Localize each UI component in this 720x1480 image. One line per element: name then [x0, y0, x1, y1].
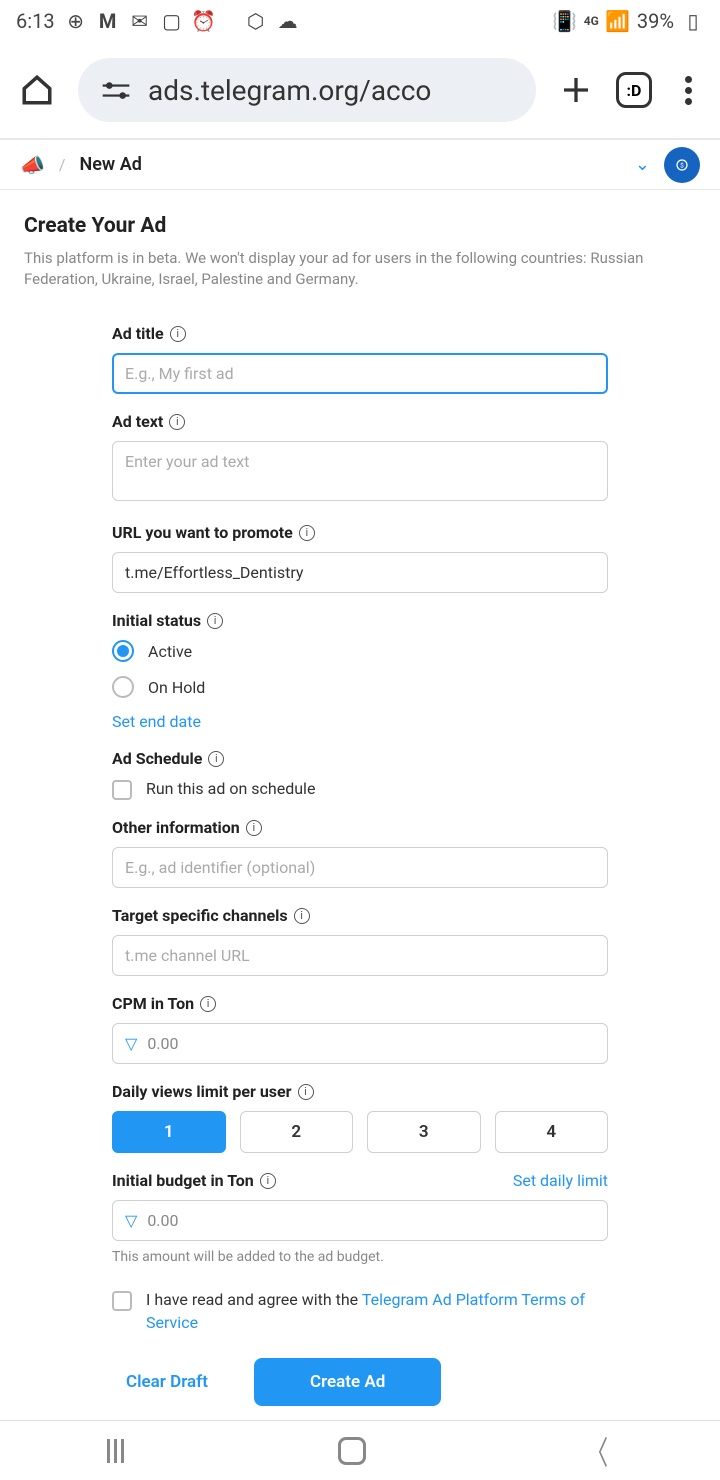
radio-button-icon	[112, 676, 134, 698]
tabs-button[interactable]: :D	[616, 72, 652, 108]
mail-icon: ✉	[129, 10, 151, 32]
info-icon[interactable]: i	[298, 1084, 314, 1100]
ad-text-input[interactable]	[112, 441, 608, 501]
network-type: 4G	[584, 14, 599, 28]
battery-icon: ▯	[682, 10, 704, 32]
schedule-label: Ad Schedule	[112, 749, 202, 768]
cpm-label: CPM in Ton	[112, 994, 194, 1013]
page-subtitle: This platform is in beta. We won't displ…	[24, 248, 696, 290]
home-icon[interactable]	[20, 73, 54, 107]
daily-views-option-4[interactable]: 4	[495, 1111, 609, 1153]
create-ad-button[interactable]: Create Ad	[254, 1358, 441, 1406]
budget-label: Initial budget in Ton	[112, 1171, 254, 1190]
ad-title-label: Ad title	[112, 324, 164, 343]
svg-text:$: $	[680, 161, 684, 169]
info-icon[interactable]: i	[299, 525, 315, 541]
radio-active-label: Active	[148, 642, 192, 661]
ad-text-label: Ad text	[112, 412, 163, 431]
url-input[interactable]	[112, 552, 608, 593]
tos-checkbox-row[interactable]: I have read and agree with the Telegram …	[112, 1289, 608, 1334]
url-bar[interactable]: ads.telegram.org/acco	[78, 58, 536, 122]
site-settings-icon	[102, 80, 130, 100]
url-text: ads.telegram.org/acco	[148, 74, 431, 107]
calendar-icon: ▢	[161, 10, 183, 32]
info-icon[interactable]: i	[208, 751, 224, 767]
initial-status-label: Initial status	[112, 611, 201, 630]
daily-views-option-3[interactable]: 3	[367, 1111, 481, 1153]
checkbox-icon	[112, 1291, 132, 1311]
ton-icon: ▽	[125, 1211, 137, 1230]
gmail-icon: M	[97, 10, 119, 32]
budget-input[interactable]: ▽ 0.00	[112, 1200, 608, 1241]
status-time: 6:13	[16, 9, 55, 33]
cloud-icon: ☁	[277, 10, 299, 32]
menu-icon[interactable]	[676, 76, 700, 105]
radio-active[interactable]: Active	[112, 640, 608, 662]
info-icon[interactable]: i	[246, 820, 262, 836]
clear-draft-button[interactable]: Clear Draft	[112, 1360, 222, 1404]
checkbox-icon	[112, 780, 132, 800]
info-icon[interactable]: i	[200, 996, 216, 1012]
other-info-input[interactable]	[112, 847, 608, 888]
breadcrumb: 📣 / New Ad ⌄ $	[0, 140, 720, 190]
back-button[interactable]: 〈	[586, 1428, 608, 1474]
settings-hex-icon: ⬡	[245, 10, 267, 32]
vibrate-icon: 📳	[554, 10, 576, 32]
battery-percent: 39%	[637, 9, 674, 33]
tos-text: I have read and agree with the Telegram …	[146, 1289, 608, 1334]
set-end-date-link[interactable]: Set end date	[112, 712, 201, 731]
home-button[interactable]	[338, 1437, 366, 1465]
budget-help-text: This amount will be added to the ad budg…	[112, 1249, 608, 1265]
info-icon[interactable]: i	[169, 414, 185, 430]
info-icon[interactable]: i	[207, 613, 223, 629]
radio-onhold[interactable]: On Hold	[112, 676, 608, 698]
set-daily-limit-link[interactable]: Set daily limit	[513, 1171, 608, 1190]
recent-apps-button[interactable]	[107, 1439, 124, 1463]
schedule-checkbox-label: Run this ad on schedule	[146, 778, 315, 800]
cpm-value: 0.00	[147, 1034, 178, 1053]
daily-views-option-2[interactable]: 2	[240, 1111, 354, 1153]
url-label: URL you want to promote	[112, 523, 293, 542]
browser-toolbar: ads.telegram.org/acco :D	[0, 42, 720, 138]
android-status-bar: 6:13 ⊕ M ✉ ▢ ⏰ ⬡ ☁ 📳 4G 📶 39% ▯	[0, 0, 720, 42]
page-title: Create Your Ad	[24, 214, 696, 238]
radio-button-icon	[112, 640, 134, 662]
alarm-icon: ⏰	[193, 10, 215, 32]
info-icon[interactable]: i	[294, 908, 310, 924]
new-tab-icon[interactable]	[560, 74, 592, 106]
other-info-label: Other information	[112, 818, 240, 837]
info-icon[interactable]: i	[170, 326, 186, 342]
android-nav-bar: 〈	[0, 1420, 720, 1480]
breadcrumb-current: New Ad	[80, 154, 142, 175]
chevron-down-icon[interactable]: ⌄	[635, 154, 650, 175]
cpm-input[interactable]: ▽ 0.00	[112, 1023, 608, 1064]
plus-circle-icon: ⊕	[65, 10, 87, 32]
megaphone-icon[interactable]: 📣	[20, 153, 45, 177]
target-channels-input[interactable]	[112, 935, 608, 976]
target-channels-label: Target specific channels	[112, 906, 288, 925]
budget-value: 0.00	[147, 1211, 178, 1230]
daily-views-option-1[interactable]: 1	[112, 1111, 226, 1153]
info-icon[interactable]: i	[260, 1173, 276, 1189]
radio-onhold-label: On Hold	[148, 678, 205, 697]
ton-icon: ▽	[125, 1034, 137, 1053]
schedule-checkbox-row[interactable]: Run this ad on schedule	[112, 778, 608, 800]
ad-title-input[interactable]	[112, 353, 608, 394]
avatar[interactable]: $	[664, 147, 700, 183]
signal-icon: 📶	[607, 10, 629, 32]
daily-views-label: Daily views limit per user	[112, 1082, 292, 1101]
breadcrumb-separator: /	[59, 155, 66, 174]
